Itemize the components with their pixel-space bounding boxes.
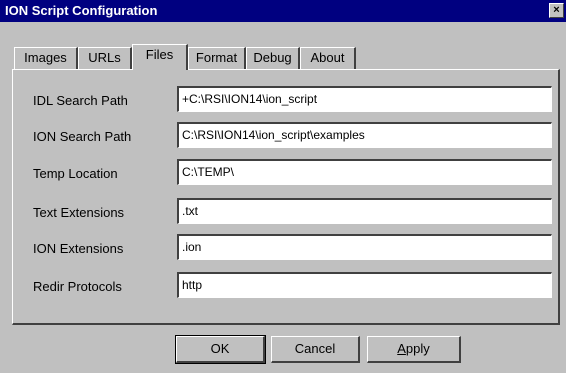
dialog-window: ION Script Configuration × Images URLs F… (0, 0, 566, 373)
apply-label-rest: pply (405, 341, 430, 356)
tab-files[interactable]: Files (132, 44, 188, 70)
apply-accelerator: A (397, 341, 406, 356)
close-icon[interactable]: × (549, 3, 564, 18)
ion-extensions-field[interactable]: .ion (177, 234, 552, 260)
text-extensions-label: Text Extensions (33, 205, 125, 220)
temp-location-field[interactable]: C:\TEMP\ (177, 159, 552, 185)
tab-label: Format (195, 50, 238, 65)
tab-format[interactable]: Format (188, 47, 246, 69)
ion-search-path-label: ION Search Path (33, 129, 132, 144)
redir-protocols-label: Redir Protocols (33, 279, 122, 294)
tab-label: URLs (88, 50, 121, 65)
ion-search-path-field[interactable]: C:\RSI\ION14\ion_script\examples (177, 122, 552, 148)
cancel-button[interactable]: Cancel (271, 336, 360, 363)
redir-protocols-field[interactable]: http (177, 272, 552, 298)
temp-location-label: Temp Location (33, 166, 118, 181)
tab-about[interactable]: About (300, 47, 356, 69)
text-extensions-field[interactable]: .txt (177, 198, 552, 224)
tab-images[interactable]: Images (14, 47, 78, 69)
tab-debug[interactable]: Debug (246, 47, 300, 69)
tab-label: Debug (253, 50, 292, 65)
title-bar[interactable]: ION Script Configuration × (0, 0, 566, 22)
tab-label: Images (24, 50, 67, 65)
tab-label: About (310, 50, 345, 65)
window-title: ION Script Configuration (5, 3, 158, 18)
apply-button[interactable]: Apply (367, 336, 461, 363)
idl-search-path-label: IDL Search Path (33, 93, 128, 108)
ok-button[interactable]: OK (175, 335, 266, 364)
idl-search-path-field[interactable]: +C:\RSI\ION14\ion_script (177, 86, 552, 112)
tab-urls[interactable]: URLs (78, 47, 132, 69)
ion-extensions-label: ION Extensions (33, 241, 124, 256)
tab-label: Files (145, 47, 174, 62)
